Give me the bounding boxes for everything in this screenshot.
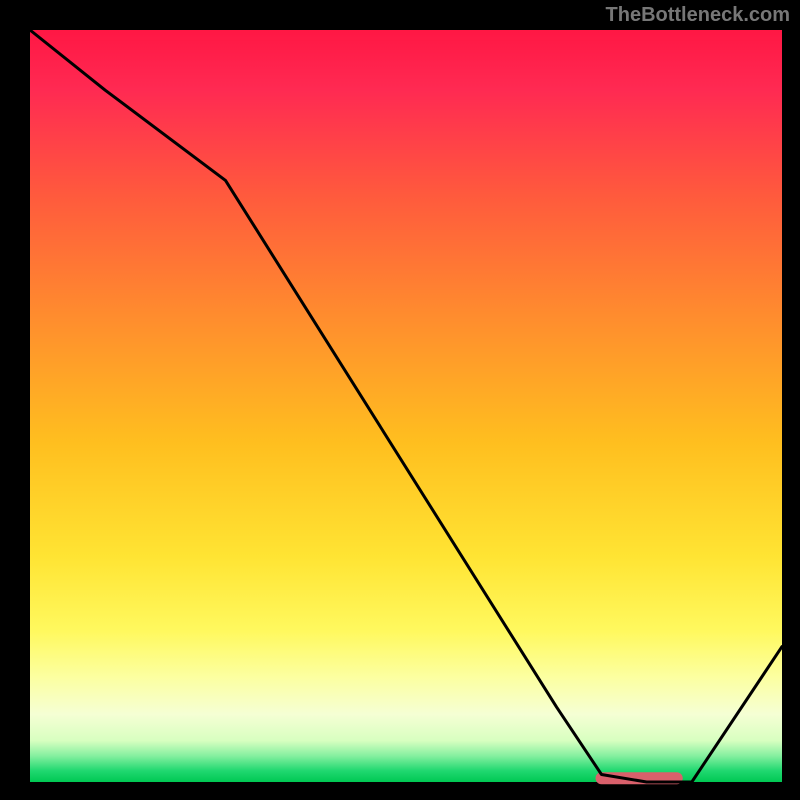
bottleneck-chart: [0, 0, 800, 800]
chart-stage: TheBottleneck.com: [0, 0, 800, 800]
plot-area: [30, 30, 782, 782]
watermark-text: TheBottleneck.com: [606, 4, 790, 27]
